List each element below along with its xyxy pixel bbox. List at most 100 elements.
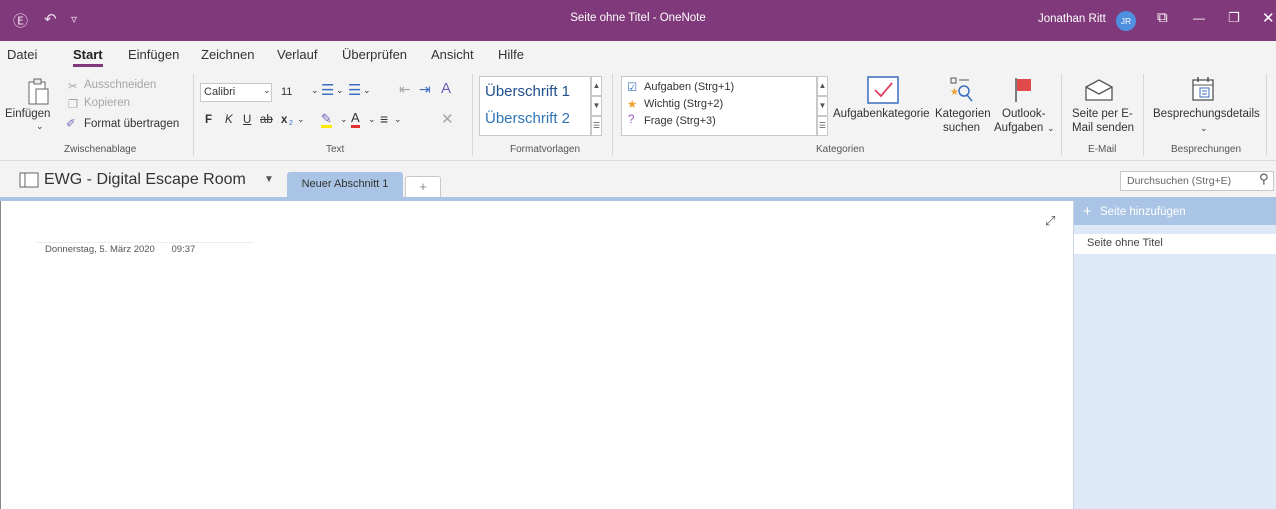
style-heading2[interactable]: Überschrift 2 [485,110,570,127]
outlook-tasks-dropdown-icon[interactable]: ⌄ [1047,123,1055,134]
styles-scroll-down[interactable]: ▼ [591,96,602,116]
font-color-dropdown-icon[interactable]: ⌄ [368,114,376,125]
menu-hilfe[interactable]: Hilfe [498,47,524,62]
format-painter-button[interactable]: Format übertragen [84,118,179,130]
bullets-icon[interactable]: ☰ [321,81,334,99]
tags-scroll-down[interactable]: ▼ [817,96,828,116]
question-icon: ? [628,114,635,126]
font-name-dropdown-icon[interactable]: ⌄ [263,85,271,96]
highlighter-dropdown-icon[interactable]: ⌄ [340,114,348,125]
style-heading1[interactable]: Überschrift 1 [485,83,570,100]
ribbon-display-options-icon[interactable]: ⧉ [1157,9,1168,26]
menu-ansicht[interactable]: Ansicht [431,47,474,62]
page-list-item[interactable]: Seite ohne Titel [1074,234,1276,254]
menu-verlauf[interactable]: Verlauf [277,47,317,62]
minimize-icon[interactable]: — [1193,11,1205,25]
tag-question[interactable]: Frage (Strg+3) [644,115,716,127]
ribbon: Einfügen ⌄ ✂ Ausschneiden ❐ Kopieren ✐ F… [0,68,1276,161]
numbering-icon[interactable]: ☰ [348,81,361,99]
group-label-styles: Formatvorlagen [510,144,581,155]
menu-einfuegen[interactable]: Einfügen [128,47,179,62]
paste-icon[interactable] [27,78,49,106]
cut-button[interactable]: Ausschneiden [84,79,156,91]
font-name-value: Calibri [204,86,236,98]
tags-gallery[interactable]: ☑ Aufgaben (Strg+1) ★ Wichtig (Strg+2) ?… [621,76,817,136]
paste-dropdown-icon[interactable]: ⌄ [36,121,44,132]
page-canvas[interactable]: Donnerstag, 5. März 2020 09:37 ⤢ [0,201,1073,509]
copy-icon: ❐ [68,99,79,111]
notebook-dropdown-icon[interactable]: ▼ [264,174,274,185]
increase-indent-icon[interactable]: ⇥ [419,81,431,98]
avatar[interactable]: JR [1116,11,1136,31]
add-page-button[interactable]: + Seite hinzufügen [1074,201,1276,225]
plus-icon: + [1083,203,1092,220]
font-size-value[interactable]: 11 [281,86,292,98]
search-tags-button-line1[interactable]: Kategorien [935,108,991,120]
task-category-icon[interactable] [867,76,899,104]
checkbox-icon: ☑ [627,82,638,94]
styles-scroll-up[interactable]: ▲ [591,76,602,96]
title-underline [36,242,254,243]
email-page-button-line2[interactable]: Mail senden [1072,122,1134,134]
group-label-tags: Kategorien [816,144,865,155]
notebook-title[interactable]: EWG - Digital Escape Room [44,171,246,189]
menu-bar: Datei Start Einfügen Zeichnen Verlauf Üb… [0,41,1276,68]
close-icon[interactable]: ✕ [1262,9,1275,27]
tag-todo[interactable]: Aufgaben (Strg+1) [644,81,734,93]
subscript-dropdown-icon[interactable]: ⌄ [297,114,305,125]
meeting-details-button[interactable]: Besprechungsdetails [1153,108,1260,120]
search-tags-icon[interactable]: ★ [949,76,975,104]
font-name-box[interactable]: Calibri [200,83,272,102]
decrease-indent-icon[interactable]: ⇤ [399,81,411,98]
font-color-icon[interactable]: A [351,111,360,128]
styles-gallery[interactable]: Überschrift 1 Überschrift 2 [479,76,591,136]
ribbon-separator [1061,74,1062,156]
search-placeholder: Durchsuchen (Strg+E) [1127,175,1232,187]
group-label-text: Text [326,144,345,155]
outlook-tasks-button-line1[interactable]: Outlook- [1002,108,1045,120]
paste-button[interactable]: Einfügen [5,108,50,120]
strikethrough-button[interactable]: ab [260,114,273,126]
search-tags-button-line2[interactable]: suchen [943,122,980,134]
underline-button[interactable]: U [243,114,251,126]
search-input[interactable]: Durchsuchen (Strg+E) [1120,171,1274,191]
menu-start[interactable]: Start [73,47,103,67]
numbering-dropdown-icon[interactable]: ⌄ [363,85,371,96]
highlighter-icon[interactable]: ✎ [321,112,332,128]
italic-button[interactable]: K [225,114,233,126]
menu-zeichnen[interactable]: Zeichnen [201,47,254,62]
align-icon[interactable]: ≡ [380,111,388,127]
outlook-tasks-button-line2[interactable]: Aufgaben [994,122,1043,134]
user-name[interactable]: Jonathan Ritt [1038,13,1106,25]
tab-section-1[interactable]: Neuer Abschnitt 1 [287,172,403,197]
email-page-button-line1[interactable]: Seite per E- [1072,108,1133,120]
align-dropdown-icon[interactable]: ⌄ [394,114,402,125]
search-icon[interactable]: ⚲ [1259,171,1269,187]
delete-icon[interactable]: ✕ [441,110,454,128]
menu-ueberpruefen[interactable]: Überprüfen [342,47,407,62]
add-section-button[interactable]: + [405,176,441,197]
group-label-meetings: Besprechungen [1171,144,1242,155]
expand-icon[interactable]: ⤢ [1045,213,1055,229]
clear-formatting-icon[interactable]: A [441,80,451,97]
meeting-details-icon[interactable] [1191,76,1215,102]
font-size-dropdown-icon[interactable]: ⌄ [311,85,319,96]
tags-scroll-up[interactable]: ▲ [817,76,828,96]
subscript-button[interactable]: x [281,114,287,126]
tags-more[interactable]: ☰ [817,116,828,136]
star-icon: ★ [627,99,638,111]
notebook-bar: EWG - Digital Escape Room ▼ Neuer Abschn… [0,161,1276,197]
flag-icon[interactable] [1012,76,1034,104]
styles-more[interactable]: ☰ [591,116,602,136]
add-page-label: Seite hinzufügen [1100,206,1186,218]
tag-important[interactable]: Wichtig (Strg+2) [644,98,723,110]
menu-datei[interactable]: Datei [7,47,37,62]
copy-button[interactable]: Kopieren [84,97,130,109]
page-date: Donnerstag, 5. März 2020 09:37 [45,244,195,255]
restore-icon[interactable]: ❐ [1228,10,1240,26]
bullets-dropdown-icon[interactable]: ⌄ [336,85,344,96]
email-icon[interactable] [1084,78,1114,102]
meeting-details-dropdown-icon[interactable]: ⌄ [1200,123,1208,134]
task-category-button[interactable]: Aufgabenkategorie [833,108,930,120]
bold-button[interactable]: F [205,114,212,126]
